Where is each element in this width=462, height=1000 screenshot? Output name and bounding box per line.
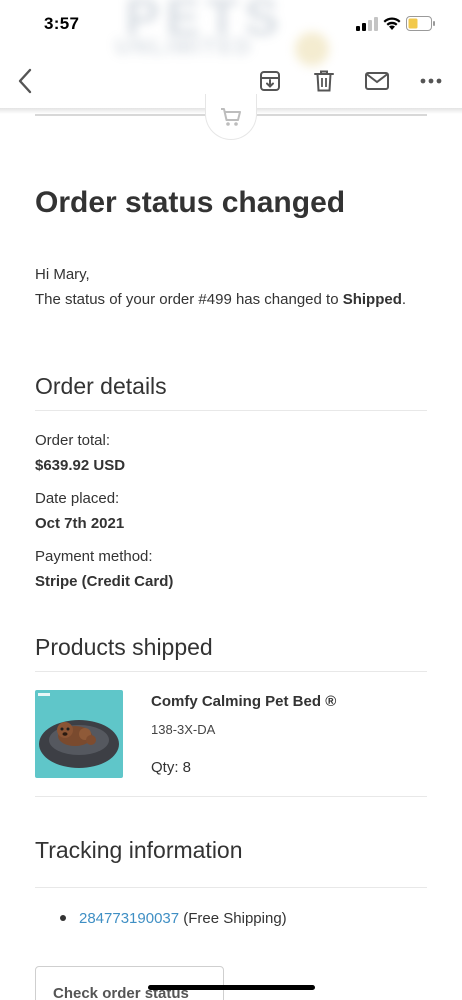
order-details-divider: [35, 410, 427, 411]
battery-icon: [406, 16, 435, 31]
greeting-line: Hi Mary,: [35, 266, 90, 283]
date-placed-value: Oct 7th 2021: [35, 515, 125, 532]
email-title: Order status changed: [35, 186, 346, 219]
envelope-icon: [365, 72, 389, 90]
cellular-signal-icon: [356, 17, 378, 31]
check-order-status-button[interactable]: Check order status: [35, 966, 224, 1000]
tracking-divider: [35, 887, 427, 888]
order-total-value: $639.92 USD: [35, 457, 126, 474]
status-value: Shipped: [342, 291, 402, 308]
product-quantity: Qty: 8: [151, 759, 192, 776]
home-indicator[interactable]: [148, 985, 315, 990]
email-screen: PETS UNLIMITED 3:57 Order status changed…: [0, 0, 462, 1000]
more-button[interactable]: [416, 66, 446, 96]
date-placed-label: Date placed:: [35, 490, 120, 507]
trash-icon: [314, 70, 334, 92]
payment-method-value: Stripe (Credit Card): [35, 573, 174, 590]
archive-button[interactable]: [255, 66, 285, 96]
back-button[interactable]: [10, 66, 40, 96]
product-image-pet-bed[interactable]: [35, 690, 123, 778]
status-bar: PETS UNLIMITED 3:57: [0, 0, 462, 66]
product-name[interactable]: Comfy Calming Pet Bed ®: [151, 693, 336, 710]
products-shipped-heading: Products shipped: [35, 634, 213, 660]
trash-button[interactable]: [309, 66, 339, 96]
order-total-label: Order total:: [35, 432, 111, 449]
mail-button[interactable]: [362, 66, 392, 96]
product-sku: 138-3X-DA: [151, 722, 216, 737]
list-bullet: [60, 915, 66, 921]
archive-icon: [260, 71, 280, 91]
payment-method-label: Payment method:: [35, 548, 153, 565]
greeting-block: Hi Mary, The status of your order #499 h…: [35, 262, 435, 312]
product-row-divider: [35, 796, 427, 797]
tracking-item: 284773190037 (Free Shipping): [79, 910, 287, 927]
cart-icon: [221, 107, 241, 126]
status-prefix: The status of your order #499 has change…: [35, 291, 343, 308]
tracking-note: (Free Shipping): [179, 910, 287, 927]
tracking-heading: Tracking information: [35, 837, 243, 863]
more-dots-icon: [420, 78, 442, 84]
pet-bed-illustration: [35, 690, 123, 778]
order-details-heading: Order details: [35, 373, 167, 399]
tracking-number-link[interactable]: 284773190037: [79, 910, 179, 927]
chevron-left-icon: [18, 68, 32, 94]
cart-badge: [205, 94, 257, 140]
status-message: The status of your order #499 has change…: [35, 287, 435, 312]
products-divider: [35, 671, 427, 672]
wifi-icon: [383, 17, 401, 30]
status-suffix: .: [401, 291, 407, 308]
status-time: 3:57: [44, 14, 80, 33]
